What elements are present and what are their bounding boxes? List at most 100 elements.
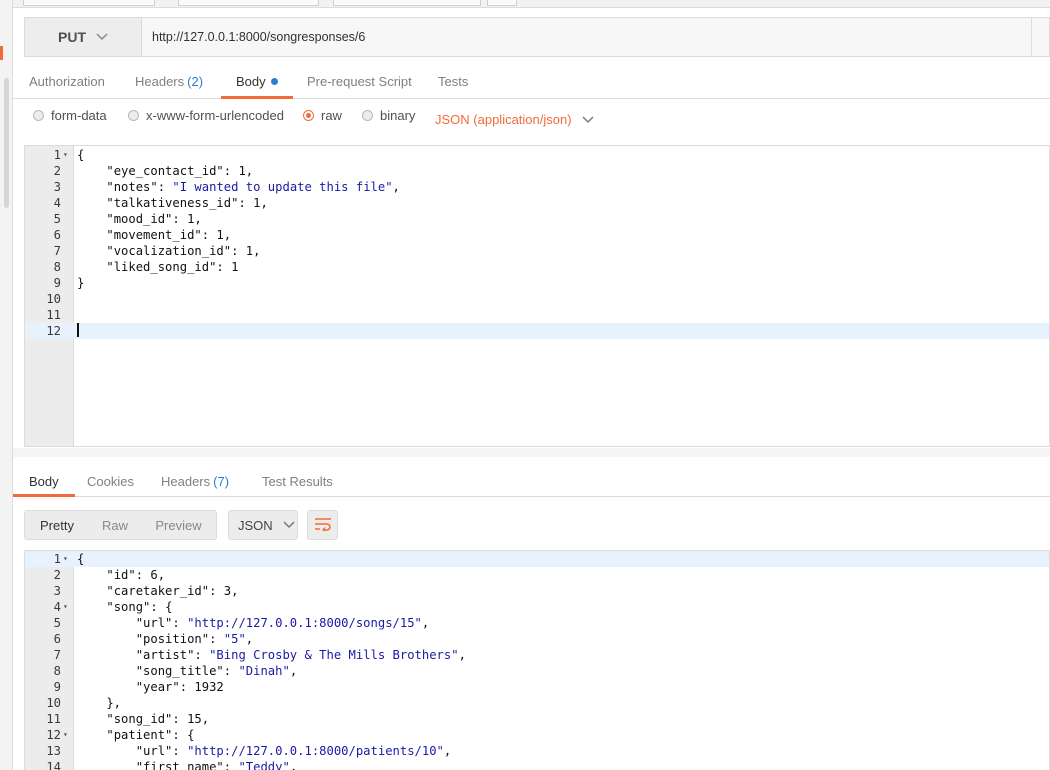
tab-response-headers[interactable]: Headers (7) — [145, 457, 245, 497]
wrap-lines-button[interactable] — [307, 510, 338, 540]
tab-stub[interactable] — [333, 0, 481, 6]
request-body-editor[interactable]: 1 ▾{2 "eye_contact_id": 1, 3 "notes": "I w… — [24, 145, 1050, 447]
content-type-select[interactable]: JSON (application/json) — [435, 112, 594, 127]
line-number: 13 — [46, 744, 61, 758]
request-tabs: Authorization Headers (2) Body Pre-reques… — [13, 62, 1050, 99]
tab-label: Body — [236, 74, 266, 89]
code-text: "url": "http://127.0.0.1:8000/songs/15", — [135, 616, 430, 630]
line-number: 8 — [53, 664, 61, 678]
body-type-binary[interactable]: binary — [362, 108, 415, 123]
code-text: "movement_id": 1, — [106, 228, 232, 242]
line-number: 10 — [46, 292, 61, 306]
code-line: 2 "eye_contact_id": 1, — [25, 163, 1049, 179]
headers-count-badge: (2) — [187, 74, 204, 89]
url-input[interactable] — [142, 18, 1031, 56]
line-number: 2 — [53, 164, 61, 178]
tab-response-body[interactable]: Body — [13, 457, 75, 497]
code-text: "talkativeness_id": 1, — [106, 196, 268, 210]
line-number: 3 — [53, 180, 61, 194]
code-line: 6 "movement_id": 1, — [25, 227, 1049, 243]
code-line: 8 "liked_song_id": 1 — [25, 259, 1049, 275]
preview-button[interactable]: Preview — [141, 511, 216, 539]
code-line: 2 "id": 6, — [25, 567, 1049, 583]
line-number: 14 — [46, 760, 61, 770]
code-text: "url": "http://127.0.0.1:8000/patients/1… — [135, 744, 452, 758]
tab-tests[interactable]: Tests — [423, 62, 483, 99]
tab-stub[interactable] — [23, 0, 155, 6]
code-text: }, — [77, 696, 122, 710]
fold-toggle-icon[interactable]: ▾ — [63, 599, 68, 615]
line-number: 10 — [46, 696, 61, 710]
tab-body[interactable]: Body — [221, 62, 293, 99]
method-label: PUT — [58, 29, 86, 45]
code-line: 3 "caretaker_id": 3, — [25, 583, 1049, 599]
response-body-viewer[interactable]: 1 ▾{2 "id": 6, 3 "caretaker_id": 3, 4 ▾ "son… — [24, 550, 1050, 770]
line-number: 7 — [53, 244, 61, 258]
headers-count-badge: (7) — [213, 474, 230, 489]
code-line: 10 — [25, 291, 1049, 307]
tab-headers[interactable]: Headers (2) — [120, 62, 218, 99]
radio-button[interactable] — [128, 110, 139, 121]
option-label: form-data — [51, 108, 107, 123]
body-type-urlencoded[interactable]: x-www-form-urlencoded — [128, 108, 284, 123]
code-text: "song_title": "Dinah", — [135, 664, 298, 678]
pane-divider[interactable] — [13, 448, 1050, 457]
url-bar-end — [1031, 18, 1049, 56]
radio-button[interactable] — [362, 110, 373, 121]
response-format-select[interactable]: JSON — [228, 510, 298, 540]
tab-pre-request-script[interactable]: Pre-request Script — [292, 62, 427, 99]
radio-button-selected[interactable] — [303, 110, 314, 121]
fold-toggle-icon[interactable]: ▾ — [63, 147, 68, 163]
body-modified-dot — [270, 78, 278, 85]
option-label: binary — [380, 108, 416, 123]
code-line: 13 "url": "http://127.0.0.1:8000/patient… — [25, 743, 1049, 759]
line-number: 12 — [46, 324, 61, 338]
body-type-form-data[interactable]: form-data — [33, 108, 107, 123]
code-text: "position": "5", — [135, 632, 254, 646]
tab-stub[interactable] — [487, 0, 517, 6]
tab-label: Tests — [438, 74, 469, 89]
option-label: x-www-form-urlencoded — [146, 108, 284, 123]
line-number: 11 — [46, 308, 61, 322]
raw-button[interactable]: Raw — [89, 511, 141, 539]
tab-test-results[interactable]: Test Results — [246, 457, 349, 497]
tab-label: Authorization — [29, 74, 105, 89]
body-type-raw[interactable]: raw — [303, 108, 342, 123]
line-number: 5 — [53, 616, 61, 630]
line-number: 12 — [46, 728, 61, 742]
code-line: 11 — [25, 307, 1049, 323]
tab-authorization[interactable]: Authorization — [14, 62, 120, 99]
line-number: 6 — [53, 228, 61, 242]
pretty-button[interactable]: Pretty — [25, 511, 89, 539]
code-text: { — [77, 148, 85, 162]
fold-toggle-icon[interactable]: ▾ — [63, 727, 68, 743]
chevron-down-icon — [96, 30, 108, 44]
line-number: 5 — [53, 212, 61, 226]
code-text — [77, 323, 79, 339]
code-text: "patient": { — [106, 728, 195, 742]
code-line: 8 "song_title": "Dinah", — [25, 663, 1049, 679]
response-view-toggle: Pretty Raw Preview — [24, 510, 217, 540]
code-text: } — [77, 276, 85, 290]
code-line: 14 "first_name": "Teddy", — [25, 759, 1049, 770]
line-number: 11 — [46, 712, 61, 726]
code-text: "song": { — [106, 600, 173, 614]
code-line: 12 ▾ "patient": { — [25, 727, 1049, 743]
code-line: 12 — [25, 323, 1049, 339]
left-sidebar-strip — [0, 0, 13, 770]
request-url-bar: PUT — [24, 17, 1050, 57]
method-select[interactable]: PUT — [25, 18, 142, 56]
line-number: 9 — [53, 680, 61, 694]
code-line: 10 }, — [25, 695, 1049, 711]
line-number: 1 — [53, 148, 61, 162]
sidebar-scrollbar[interactable] — [4, 78, 9, 208]
tab-label: Body — [29, 474, 59, 489]
code-line: 4 "talkativeness_id": 1, — [25, 195, 1049, 211]
code-text: "first_name": "Teddy", — [135, 760, 298, 770]
fold-toggle-icon[interactable]: ▾ — [63, 551, 68, 567]
body-type-options: form-data x-www-form-urlencoded raw bina… — [33, 108, 1033, 130]
code-line: 7 "artist": "Bing Crosby & The Mills Bro… — [25, 647, 1049, 663]
tab-stub[interactable] — [178, 0, 319, 6]
tab-cookies[interactable]: Cookies — [71, 457, 150, 497]
radio-button[interactable] — [33, 110, 44, 121]
